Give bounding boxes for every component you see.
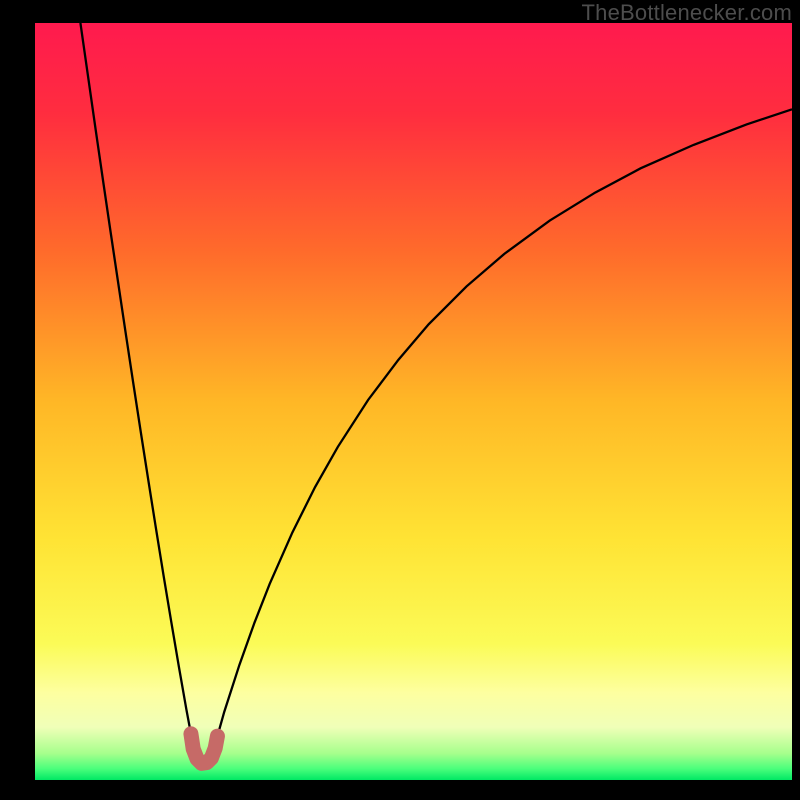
chart-plot-area (35, 23, 792, 780)
watermark-text: TheBottlenecker.com (582, 0, 792, 26)
chart-frame: TheBottlenecker.com (0, 0, 800, 800)
gradient-background (35, 23, 792, 780)
chart-svg (35, 23, 792, 780)
